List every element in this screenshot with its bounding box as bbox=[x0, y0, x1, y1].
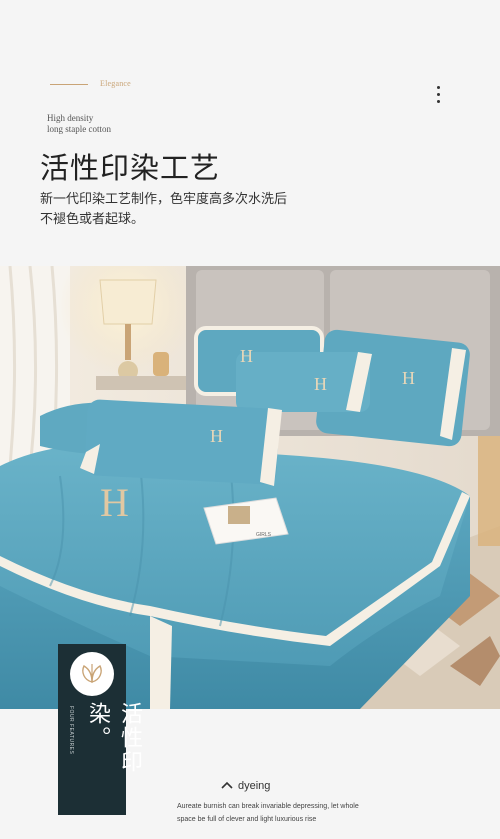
pillow-letter: H bbox=[314, 374, 327, 394]
description: 新一代印染工艺制作，色牢度高多次水洗后 不褪色或者起球。 bbox=[40, 189, 287, 229]
magazine-text: GIRLS bbox=[256, 532, 272, 538]
pillow-letter: H bbox=[210, 426, 223, 446]
description-line-2: 不褪色或者起球。 bbox=[40, 211, 145, 226]
subtitle-line-2: long staple cotton bbox=[47, 124, 111, 134]
subtitle: High density long staple cotton bbox=[47, 113, 111, 135]
duvet-letter: H bbox=[100, 480, 129, 525]
more-options-icon[interactable] bbox=[435, 86, 443, 108]
subtitle-line-1: High density bbox=[47, 113, 94, 123]
badge-small-text: FOUR FEATURES bbox=[68, 706, 74, 755]
caption-line-1: Aureate burnish can break invariable dep… bbox=[177, 803, 359, 810]
logo-circle bbox=[70, 652, 114, 696]
pillow-letter: H bbox=[402, 368, 415, 388]
caption-line-2: space be full of clever and light luxuri… bbox=[177, 816, 317, 823]
elegance-label: Elegance bbox=[100, 79, 131, 88]
badge-vertical-title: 活性印染。 bbox=[86, 702, 143, 774]
pillow-letter: H bbox=[240, 346, 253, 366]
elegance-divider-line bbox=[50, 84, 88, 85]
leaf-icon bbox=[82, 664, 102, 683]
chevron-up-icon bbox=[221, 781, 233, 789]
page-title: 活性印染工艺 bbox=[40, 153, 221, 185]
bedroom-scene-illustration: H H H H H GIRLS bbox=[0, 266, 500, 709]
feature-badge: FOUR FEATURES 活性印染。 bbox=[58, 644, 143, 815]
dyeing-label: dyeing bbox=[238, 780, 271, 792]
description-line-1: 新一代印染工艺制作，色牢度高多次水洗后 bbox=[40, 191, 288, 206]
product-photo: H H H H H GIRLS bbox=[0, 266, 500, 709]
caption: Aureate burnish can break invariable dep… bbox=[177, 800, 359, 826]
